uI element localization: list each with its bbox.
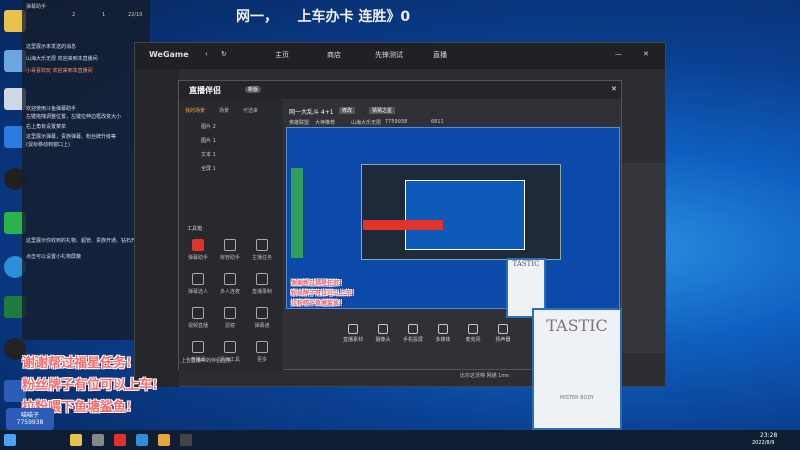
taskbar-app-icon[interactable]	[92, 434, 104, 446]
taskbar-app-icon[interactable]	[158, 434, 170, 446]
tool-item[interactable]: 滤镜	[215, 305, 245, 335]
ctrl-mic[interactable]: 麦克风	[456, 324, 490, 343]
tool-item[interactable]: 直播录制	[247, 271, 277, 301]
taskbar-app-icon[interactable]	[180, 434, 192, 446]
nav-store[interactable]: 商店	[327, 50, 341, 60]
ctrl-phone[interactable]: 手机投屏	[396, 324, 430, 343]
ctrl-speaker[interactable]: 扬声器	[486, 324, 520, 343]
chat-line: 这里展示弹幕，贵族弹幕、粉丝牌升级等	[26, 134, 117, 140]
warning-bar: 上告直播中的伴侣应用	[181, 358, 232, 364]
chat-line: 这里展示你收到的礼物、超管、贵族开通、钻石开通	[26, 238, 142, 244]
taskbar-app-icon[interactable]	[114, 434, 126, 446]
chat-line: 左键拖拽调整位置，左键拉伸边框改变大小	[26, 114, 122, 120]
tool-item[interactable]: 弹幕选人	[183, 271, 213, 301]
nav-home[interactable]: 主页	[275, 50, 289, 60]
room-number: 7759938	[385, 119, 408, 125]
stream-preview[interactable]: 谢谢帮过福星任务! 粉丝牌子有位可以上车! 拉粉喂下鱼塘鲨鱼!	[286, 127, 620, 309]
nav-live[interactable]: 直播	[433, 50, 447, 60]
room-title: 网一大乱斗 4+1	[289, 109, 334, 116]
tool-item[interactable]: 弹幕助手	[183, 237, 213, 267]
room-edit-button[interactable]: 修改	[339, 107, 356, 114]
wegame-titlebar: WeGame ‹ ↻ 主页 商店 先锋测试 直播 — ✕	[135, 43, 665, 69]
danmu-stat-3: 22/10	[128, 12, 143, 18]
chat-line: 欢迎使用斗鱼弹幕助手	[26, 106, 77, 112]
chat-line: 山海大乐无限 欢迎来到本直播间	[26, 56, 98, 62]
scene-tab[interactable]: 我的场景	[185, 107, 205, 114]
footer-status: 比尔达沃特 网通 1ms	[460, 373, 509, 379]
stream-headline: 网一， 上车办卡 连胜》0	[236, 9, 411, 25]
danmu-stat-1: 2	[72, 12, 76, 18]
banner-line-2: 粉丝牌子有位可以上车!	[22, 378, 158, 393]
taskbar-app-icon[interactable]	[70, 434, 82, 446]
photo-text-sub: MISTER BODY	[559, 395, 595, 401]
scene-tab[interactable]: 可选来	[243, 107, 258, 114]
preview-overlay-text: 拉粉喂下鱼塘鲨鱼!	[291, 300, 342, 307]
hot-count: 6811	[431, 119, 444, 125]
tool-item[interactable]: 弹幕通	[247, 305, 277, 335]
streamer-name: 喵喵子	[20, 412, 39, 419]
photo-text-large: TASTIC	[546, 316, 608, 335]
tool-item[interactable]: 直播间	[183, 339, 213, 369]
chat-line: 小哥喜欢玩 欢迎来到本直播间	[26, 68, 93, 74]
streamer-badge: 喵喵子 7759938	[6, 408, 54, 430]
wegame-back-icon[interactable]: ‹	[205, 50, 208, 58]
ctrl-camera[interactable]: 摄像头	[366, 324, 400, 343]
nav-test[interactable]: 先锋测试	[375, 50, 403, 60]
close-icon[interactable]: ✕	[643, 50, 649, 58]
zhibo-badge: 新版	[245, 86, 262, 93]
chat-line: 这里展示未发送的消息	[26, 44, 77, 50]
room-category: 英雄联盟	[289, 120, 310, 126]
preview-nested-inner	[405, 180, 525, 250]
wegame-logo: WeGame	[149, 50, 189, 59]
photo-text-small: TASTIC	[512, 260, 540, 268]
tools-title: 工具箱	[187, 226, 203, 232]
chat-line: 右上角有设置菜单	[26, 124, 67, 130]
tool-item[interactable]: 添加工具	[215, 339, 245, 369]
taskbar-app-icon[interactable]	[136, 434, 148, 446]
wegame-refresh-icon[interactable]: ↻	[221, 50, 227, 58]
layer-item[interactable]: 图片 1	[201, 137, 216, 144]
layer-item[interactable]: 文本 1	[201, 151, 216, 158]
taskbar-date: 2022/8/9	[752, 440, 775, 446]
start-icon[interactable]	[4, 434, 16, 446]
layer-item[interactable]: 全屏 1	[201, 165, 216, 172]
chat-line: (鼠标移动到窗口上)	[26, 142, 70, 148]
danmu-helper-panel[interactable]: 弹幕助手 2 1 22/10 这里展示未发送的消息 山海大乐无限 欢迎来到本直播…	[22, 0, 150, 340]
tool-item[interactable]: 视频直播	[183, 305, 213, 335]
chat-line: 点击可以设置小礼物屏蔽	[26, 254, 82, 260]
room-button[interactable]: 猜猜之星	[369, 107, 396, 114]
tool-item[interactable]: 房管助手	[215, 237, 245, 267]
ctrl-media[interactable]: 多媒体	[426, 324, 460, 343]
wegame-right-list	[621, 163, 665, 353]
zhibo-sidebar: 我的场景 场景 可选来 图片 2 图片 1 文本 1 全屏 1 工具箱 弹幕助手…	[179, 99, 283, 371]
scene-tab[interactable]: 场景	[219, 107, 229, 114]
minimize-icon[interactable]: —	[615, 50, 622, 58]
preview-overlay-text: 粉丝牌子有位可以上车!	[291, 290, 354, 297]
banner-line-1: 谢谢帮过福星任务!	[22, 356, 132, 371]
streamer-id: 7759938	[16, 419, 44, 426]
taskbar-time: 23:28	[760, 432, 778, 439]
room-sub: 大神推荐	[315, 120, 336, 126]
wegame-sidebar	[135, 69, 179, 387]
zhibo-logo: 直播伴侣	[189, 86, 221, 95]
preview-green-strip	[291, 168, 303, 258]
camera-photo-large: TASTIC MISTER BODY	[532, 308, 622, 430]
preview-overlay-text: 谢谢帮过福星任务!	[291, 280, 342, 287]
preview-red-box	[363, 220, 443, 230]
zhibo-titlebar: 直播伴侣 新版 ✕	[179, 81, 621, 99]
tool-item[interactable]: 主播任务	[247, 237, 277, 267]
room-id-name: 山海大乐无限	[351, 120, 382, 126]
tool-item[interactable]: 多人连麦	[215, 271, 245, 301]
close-icon[interactable]: ✕	[611, 85, 617, 93]
tool-item[interactable]: 更多	[247, 339, 277, 369]
danmu-stat-2: 1	[102, 12, 106, 18]
layer-item[interactable]: 图片 2	[201, 123, 216, 130]
danmu-title: 弹幕助手	[26, 4, 47, 10]
ctrl-materials[interactable]: 直播素材	[336, 324, 370, 343]
